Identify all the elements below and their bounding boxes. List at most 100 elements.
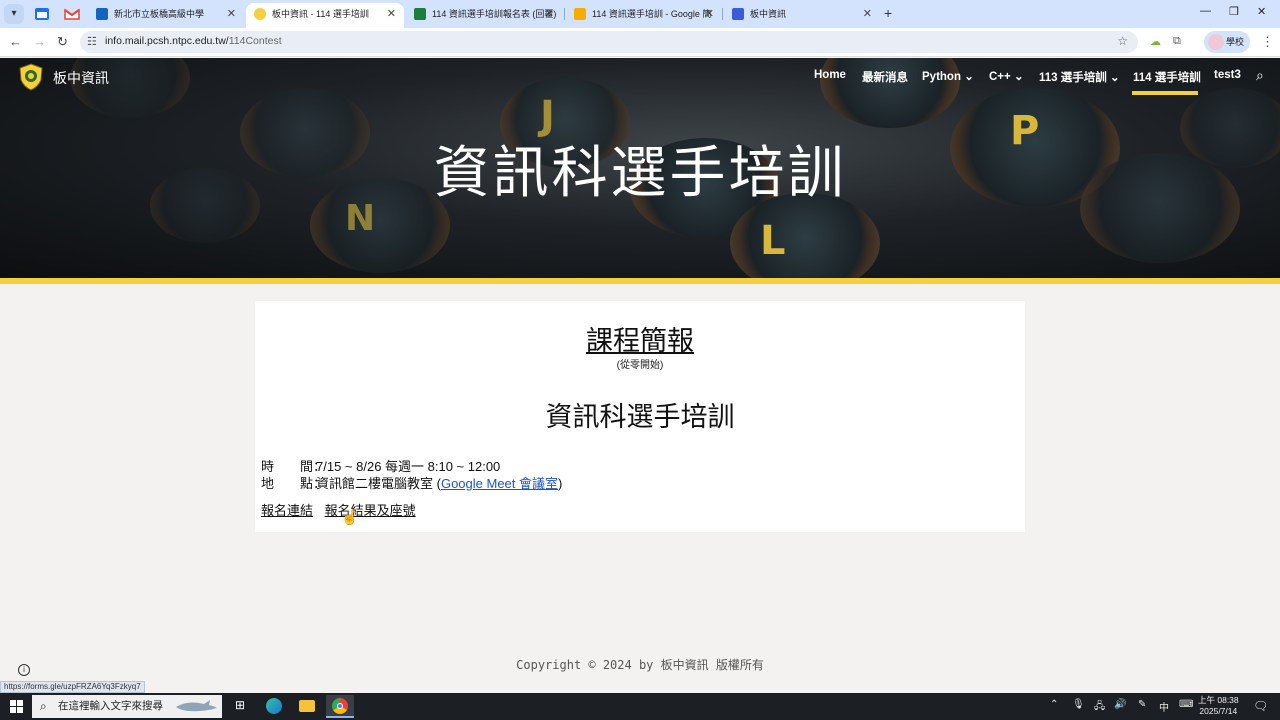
tab-title: 板中資訊 <box>750 9 787 19</box>
info-icon[interactable]: i <box>18 664 30 676</box>
pen-icon[interactable]: ✎ <box>1138 699 1146 710</box>
close-tab-icon[interactable]: ✕ <box>227 3 236 25</box>
tab-slides[interactable]: 114 資訊選手培訓 - Google 簡 ✕ <box>566 3 722 28</box>
clock-time: 上午 08:38 <box>1198 695 1239 705</box>
clock-date: 2025/7/14 <box>1199 706 1238 716</box>
chevron-down-icon: ⌄ <box>1013 71 1024 83</box>
slides-favicon-icon <box>574 8 586 20</box>
taskbar-search-placeholder: 在這裡輸入文字來搜尋 <box>58 700 163 712</box>
close-window-icon[interactable]: ✕ <box>1257 5 1266 18</box>
nav-114-training[interactable]: 114 選手培訓 <box>1133 69 1201 85</box>
url-path: 114Contest <box>228 35 282 47</box>
nav-label: C++ <box>989 71 1011 83</box>
reload-icon[interactable]: ↻ <box>57 34 68 50</box>
site-favicon-icon <box>254 8 266 20</box>
edge-browser-icon[interactable] <box>260 695 288 718</box>
tab-school-site[interactable]: 新北市立板橋高級中學 ✕ <box>88 3 244 28</box>
gmail-tab-icon[interactable] <box>64 6 80 22</box>
windows-start-icon[interactable] <box>10 700 23 713</box>
task-view-icon[interactable]: ⊞ <box>228 695 256 718</box>
nav-news[interactable]: 最新消息 <box>862 69 908 85</box>
close-tab-icon[interactable]: ✕ <box>545 3 554 25</box>
nav-cpp[interactable]: C++ ⌄ <box>989 69 1024 83</box>
site-name[interactable]: 板中資訊 <box>53 68 109 88</box>
url-host: info.mail.pcsh.ntpc.edu.tw/ <box>105 35 229 47</box>
microphone-icon[interactable]: 🎙 <box>1072 699 1085 710</box>
place-close: ) <box>558 476 563 491</box>
tab-sheets-form[interactable]: 114 資訊選手培訓報名表 (回覆) ✕ <box>406 3 562 28</box>
back-icon[interactable]: ← <box>9 34 22 49</box>
windows-taskbar: ⌕ 在這裡輸入文字來搜尋 ⊞ ⌃ 🎙 🖧 🔊 ✎ 中 ⌨ 上午 08:38 20… <box>0 693 1280 720</box>
site-logo-icon[interactable] <box>18 63 44 91</box>
nav-label: 113 選手培訓 <box>1039 72 1107 84</box>
active-nav-indicator <box>1132 91 1198 95</box>
taskbar-search-box[interactable]: ⌕ 在這裡輸入文字來搜尋 <box>32 695 222 718</box>
browser-menu-icon[interactable]: ⋮ <box>1261 34 1274 50</box>
profile-button[interactable]: 學校 <box>1204 31 1250 53</box>
extension-cloud-icon[interactable]: ☁ <box>1150 35 1161 48</box>
nav-label: Python <box>922 71 961 83</box>
tab-divider <box>722 8 723 20</box>
google-meet-link[interactable]: Google Meet 會議室 <box>441 476 558 491</box>
search-icon[interactable]: ⌕ <box>1256 67 1264 84</box>
system-clock[interactable]: 上午 08:38 2025/7/14 <box>1198 695 1239 717</box>
typewriter-key-decoration <box>70 58 190 118</box>
place-row: 地 點：資訊館二樓電腦教室 (Google Meet 會議室) <box>261 473 562 492</box>
registration-link[interactable]: 報名連結 <box>261 503 313 518</box>
hero-banner: J P L N 資訊科選手培訓 板中資訊 Home 最新消息 Python ⌄ … <box>0 58 1280 278</box>
profile-label: 學校 <box>1226 37 1245 47</box>
tab-divider <box>564 8 565 20</box>
hand-cursor-icon: ☝ <box>341 509 359 525</box>
content-card: 課程簡報 (從零開始) 資訊科選手培訓 時 間：7/15 ~ 8/26 每週一 … <box>255 301 1025 532</box>
bookmark-star-icon[interactable]: ☆ <box>1117 34 1128 48</box>
close-tab-icon[interactable]: ✕ <box>705 3 714 25</box>
tab-search-button[interactable]: ▾ <box>4 4 24 24</box>
volume-icon[interactable]: 🔊 <box>1114 699 1126 710</box>
extensions-puzzle-icon[interactable]: ⧉ <box>1173 35 1181 48</box>
tab-site-home[interactable]: 板中資訊 ✕ <box>724 3 880 28</box>
notification-icon[interactable]: 🗨 <box>1253 699 1268 713</box>
nav-python[interactable]: Python ⌄ <box>922 69 974 83</box>
forward-icon[interactable]: → <box>33 34 46 49</box>
nav-test3[interactable]: test3 <box>1214 69 1241 81</box>
ime-indicator[interactable]: 中 <box>1159 699 1169 714</box>
browser-tab-strip: ▾ 新北市立板橋高級中學 ✕ 板中資訊 - 114 選手培訓 ✕ 114 資訊選… <box>0 0 1280 28</box>
sheets-favicon-icon <box>414 8 426 20</box>
avatar <box>1208 34 1224 50</box>
tab-active-114[interactable]: 板中資訊 - 114 選手培訓 ✕ <box>246 3 404 28</box>
course-slides-subtitle: (從零開始) <box>616 360 664 371</box>
place-value: 資訊館二樓電腦教室 ( <box>316 476 441 491</box>
close-tab-icon[interactable]: ✕ <box>387 3 396 25</box>
tray-overflow-icon[interactable]: ⌃ <box>1050 699 1058 710</box>
course-slides-title[interactable]: 課程簡報 <box>255 319 1025 358</box>
search-icon: ⌕ <box>40 699 47 713</box>
footer-copyright: Copyright © 2024 by 板中資訊 版權所有 <box>516 658 764 672</box>
site-info-icon[interactable]: ☷ <box>87 35 97 48</box>
minimize-icon[interactable]: — <box>1200 5 1211 17</box>
time-value: 7/15 ~ 8/26 每週一 8:10 ~ 12:00 <box>316 459 501 474</box>
close-tab-icon[interactable]: ✕ <box>863 3 872 25</box>
network-icon[interactable]: 🖧 <box>1094 699 1105 716</box>
new-tab-button[interactable]: + <box>884 5 892 21</box>
key-letter-decoration: L <box>760 218 786 264</box>
accent-band <box>0 278 1280 284</box>
registration-result-link[interactable]: 報名結果及座號 <box>325 503 416 518</box>
browser-toolbar: ← → ↻ ☷ info.mail.pcsh.ntpc.edu.tw/114Co… <box>0 28 1280 57</box>
tab-title: 114 資訊選手培訓 - Google 簡 <box>592 9 712 19</box>
status-bar-url: https://forms.gle/uzpFRZA6Yq3Fzkyq7 <box>0 681 145 693</box>
tab-title: 新北市立板橋高級中學 <box>114 9 205 19</box>
file-explorer-icon[interactable] <box>293 695 321 718</box>
restore-icon[interactable]: ❐ <box>1229 5 1239 18</box>
section-heading: 資訊科選手培訓 <box>545 402 735 433</box>
nav-113-training[interactable]: 113 選手培訓 ⌄ <box>1039 69 1120 85</box>
calendar-tab-icon[interactable] <box>34 6 50 22</box>
chrome-browser-icon[interactable] <box>326 695 354 718</box>
shark-search-highlight-icon <box>176 700 217 712</box>
url-text[interactable]: info.mail.pcsh.ntpc.edu.tw/114Contest <box>105 35 282 47</box>
chevron-down-icon: ⌄ <box>1109 72 1120 84</box>
nav-home[interactable]: Home <box>814 69 846 81</box>
ime-mode-icon[interactable]: ⌨ <box>1179 699 1193 710</box>
school-favicon-icon <box>96 8 108 20</box>
tab-title: 114 資訊選手培訓報名表 (回覆) <box>432 9 557 19</box>
address-bar[interactable]: ☷ info.mail.pcsh.ntpc.edu.tw/114Contest … <box>80 31 1138 53</box>
